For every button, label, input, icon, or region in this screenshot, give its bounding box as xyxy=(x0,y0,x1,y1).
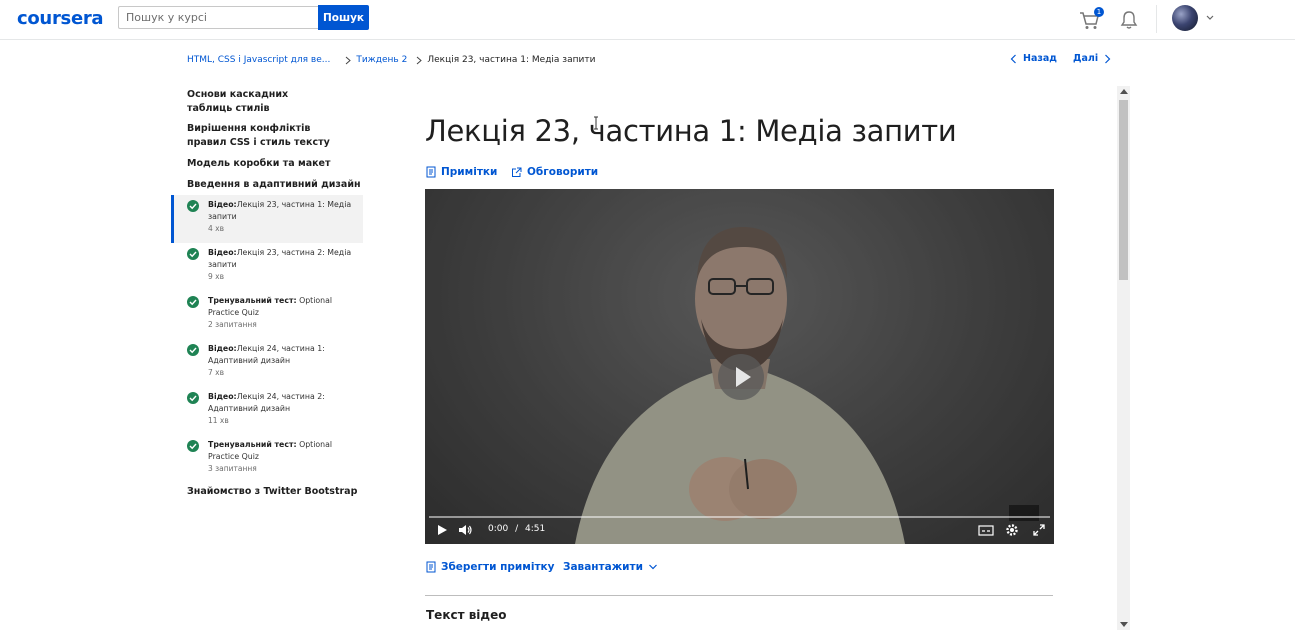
lesson-meta: 4 хв xyxy=(208,224,225,233)
sidebar-section[interactable]: Вирішення конфліктів правил CSS і стиль … xyxy=(171,120,331,155)
prev-button[interactable]: Назад xyxy=(1010,53,1057,64)
next-label: Далі xyxy=(1073,53,1099,64)
chevron-down-icon[interactable] xyxy=(1205,13,1215,23)
breadcrumb-week[interactable]: Тиждень 2 xyxy=(356,55,407,65)
course-sidebar: Основи каскадних таблиць стилів Вирішенн… xyxy=(171,86,363,499)
lesson-meta: 11 хв xyxy=(208,416,229,425)
chevron-right-icon xyxy=(1105,54,1111,63)
chevron-right-icon xyxy=(411,56,427,65)
lesson-type: Тренувальний тест: xyxy=(208,440,297,449)
scroll-down-arrow-icon[interactable] xyxy=(1120,622,1128,627)
notes-icon xyxy=(426,561,436,573)
lesson-type: Відео: xyxy=(208,392,237,401)
breadcrumb-current: Лекція 23, частина 1: Медіа запити xyxy=(427,55,596,65)
settings-gear-icon[interactable] xyxy=(1005,523,1019,537)
text-cursor-icon xyxy=(594,116,598,130)
lesson-meta: 3 запитання xyxy=(208,464,257,473)
discuss-label: Обговорити xyxy=(527,166,599,178)
sidebar-lesson-item[interactable]: Тренувальний тест: Optional Practice Qui… xyxy=(171,291,363,339)
breadcrumb-course[interactable]: HTML, CSS і Javascript для ве... xyxy=(187,55,330,65)
search-input[interactable] xyxy=(118,6,318,29)
save-note-button[interactable]: Зберегти примітку xyxy=(426,561,555,573)
prev-label: Назад xyxy=(1023,53,1057,64)
play-icon[interactable] xyxy=(718,354,764,400)
lesson-meta: 9 хв xyxy=(208,272,225,281)
video-progress-bar[interactable] xyxy=(429,516,1050,518)
check-circle-icon xyxy=(187,344,199,356)
divider xyxy=(425,595,1053,596)
time-separator: / xyxy=(515,524,519,534)
discuss-link[interactable]: Обговорити xyxy=(511,166,598,178)
search-button[interactable]: Пошук xyxy=(318,5,369,30)
transcript-heading: Текст відео xyxy=(426,608,507,622)
chevron-right-icon xyxy=(340,56,356,65)
notes-link[interactable]: Примітки xyxy=(426,166,497,178)
sidebar-section[interactable]: Основи каскадних таблиць стилів xyxy=(171,86,331,120)
current-time: 0:00 xyxy=(488,524,509,534)
download-dropdown[interactable]: Завантажити xyxy=(563,561,658,573)
breadcrumb: HTML, CSS і Javascript для ве... Тиждень… xyxy=(187,53,595,67)
play-control-icon[interactable] xyxy=(435,523,449,537)
check-circle-icon xyxy=(187,392,199,404)
check-circle-icon xyxy=(187,440,199,452)
save-note-label: Зберегти примітку xyxy=(441,561,555,573)
lesson-type: Відео: xyxy=(208,200,237,209)
top-header: coursera Пошук 1 xyxy=(0,0,1295,40)
check-circle-icon xyxy=(187,248,199,260)
check-circle-icon xyxy=(187,296,199,308)
coursera-logo[interactable]: coursera xyxy=(17,8,104,29)
fullscreen-icon[interactable] xyxy=(1032,523,1046,537)
content-scrollbar[interactable] xyxy=(1117,86,1130,630)
external-link-icon xyxy=(512,167,522,177)
volume-icon[interactable] xyxy=(457,523,473,537)
watermark-logo xyxy=(1009,505,1039,521)
notes-label: Примітки xyxy=(441,166,498,178)
check-circle-icon xyxy=(187,200,199,212)
bell-icon[interactable] xyxy=(1119,9,1139,31)
sidebar-lesson-item[interactable]: Відео:Лекція 23, частина 1: Медіа запити… xyxy=(171,195,363,243)
lesson-type: Відео: xyxy=(208,248,237,257)
lesson-meta: 7 хв xyxy=(208,368,225,377)
scroll-up-arrow-icon[interactable] xyxy=(1120,89,1128,94)
sidebar-section[interactable]: Знайомство з Twitter Bootstrap xyxy=(171,483,363,499)
chevron-left-icon xyxy=(1010,54,1016,63)
download-label: Завантажити xyxy=(563,561,643,573)
notes-icon xyxy=(426,166,436,178)
lesson-type: Відео: xyxy=(208,344,237,353)
lesson-meta: 2 запитання xyxy=(208,320,257,329)
header-divider xyxy=(1156,5,1157,33)
chevron-down-icon xyxy=(649,564,657,570)
sidebar-lesson-item[interactable]: Відео:Лекція 23, частина 2: Медіа запити… xyxy=(171,243,363,291)
video-player[interactable]: 0:00 / 4:51 xyxy=(425,189,1054,544)
sidebar-lesson-item[interactable]: Тренувальний тест: Optional Practice Qui… xyxy=(171,435,363,483)
cart-count-badge: 1 xyxy=(1094,7,1104,17)
scrollbar-thumb[interactable] xyxy=(1119,100,1128,280)
sidebar-lesson-item[interactable]: Відео:Лекція 24, частина 2: Адаптивний д… xyxy=(171,387,363,435)
sidebar-lesson-item[interactable]: Відео:Лекція 24, частина 1: Адаптивний д… xyxy=(171,339,363,387)
page-title: Лекція 23, частина 1: Медіа запити xyxy=(425,114,957,148)
subtitles-icon[interactable] xyxy=(978,523,994,537)
sidebar-section[interactable]: Введення в адаптивний дизайн xyxy=(171,176,363,195)
lesson-type: Тренувальний тест: xyxy=(208,296,297,305)
next-button[interactable]: Далі xyxy=(1073,53,1111,64)
video-time: 0:00 / 4:51 xyxy=(488,524,545,534)
sidebar-section[interactable]: Модель коробки та макет xyxy=(171,155,363,176)
avatar[interactable] xyxy=(1172,5,1198,31)
duration: 4:51 xyxy=(525,524,546,534)
